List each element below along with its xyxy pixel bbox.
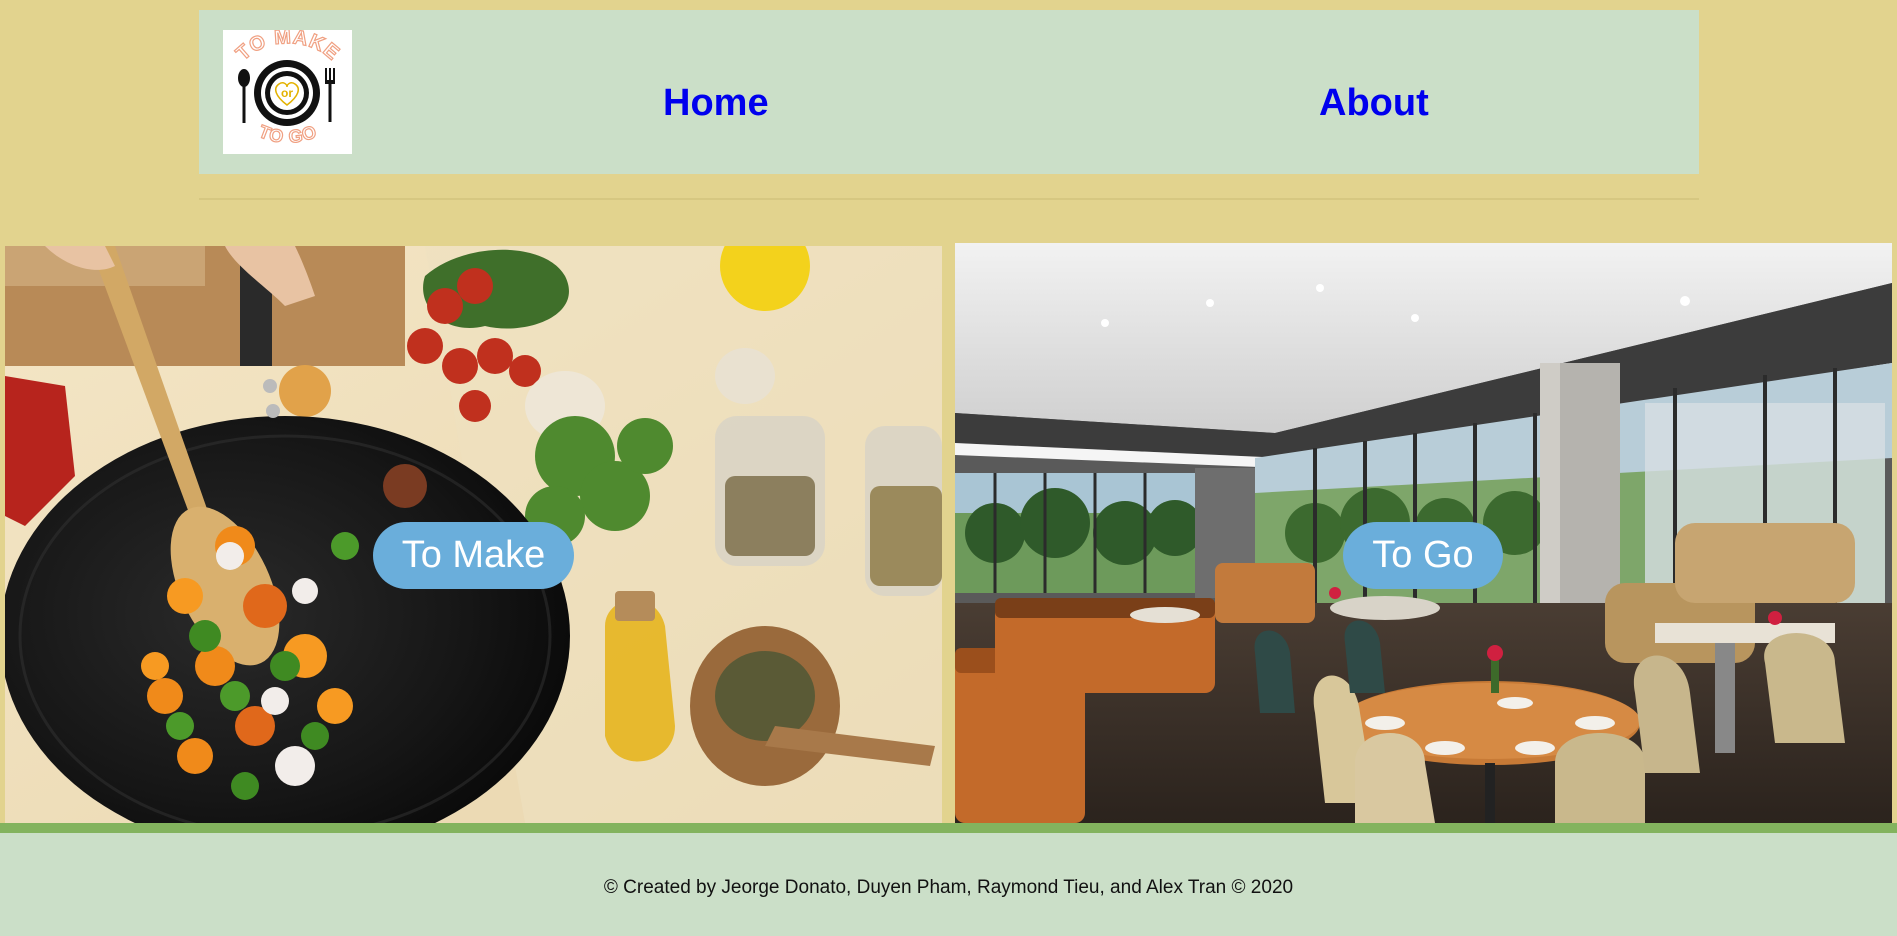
svg-text:or: or bbox=[281, 86, 293, 100]
plate-fork-spoon-heart-logo-icon: TO MAKE TO GO or bbox=[231, 30, 344, 148]
nav-link-about[interactable]: About bbox=[1319, 82, 1429, 125]
footer-credits: © Created by Jeorge Donato, Duyen Pham, … bbox=[603, 877, 1294, 898]
navbar: TO MAKE TO GO or Home About bbox=[199, 10, 1699, 174]
to-go-button[interactable]: To Go bbox=[1343, 522, 1503, 589]
svg-text:TO MAKE: TO MAKE bbox=[232, 30, 344, 65]
to-make-button[interactable]: To Make bbox=[373, 522, 574, 589]
footer: © Created by Jeorge Donato, Duyen Pham, … bbox=[0, 833, 1897, 936]
header-divider bbox=[199, 198, 1699, 200]
site-logo[interactable]: TO MAKE TO GO or bbox=[223, 30, 352, 154]
nav-link-home[interactable]: Home bbox=[663, 82, 769, 125]
footer-accent-bar bbox=[0, 823, 1897, 833]
